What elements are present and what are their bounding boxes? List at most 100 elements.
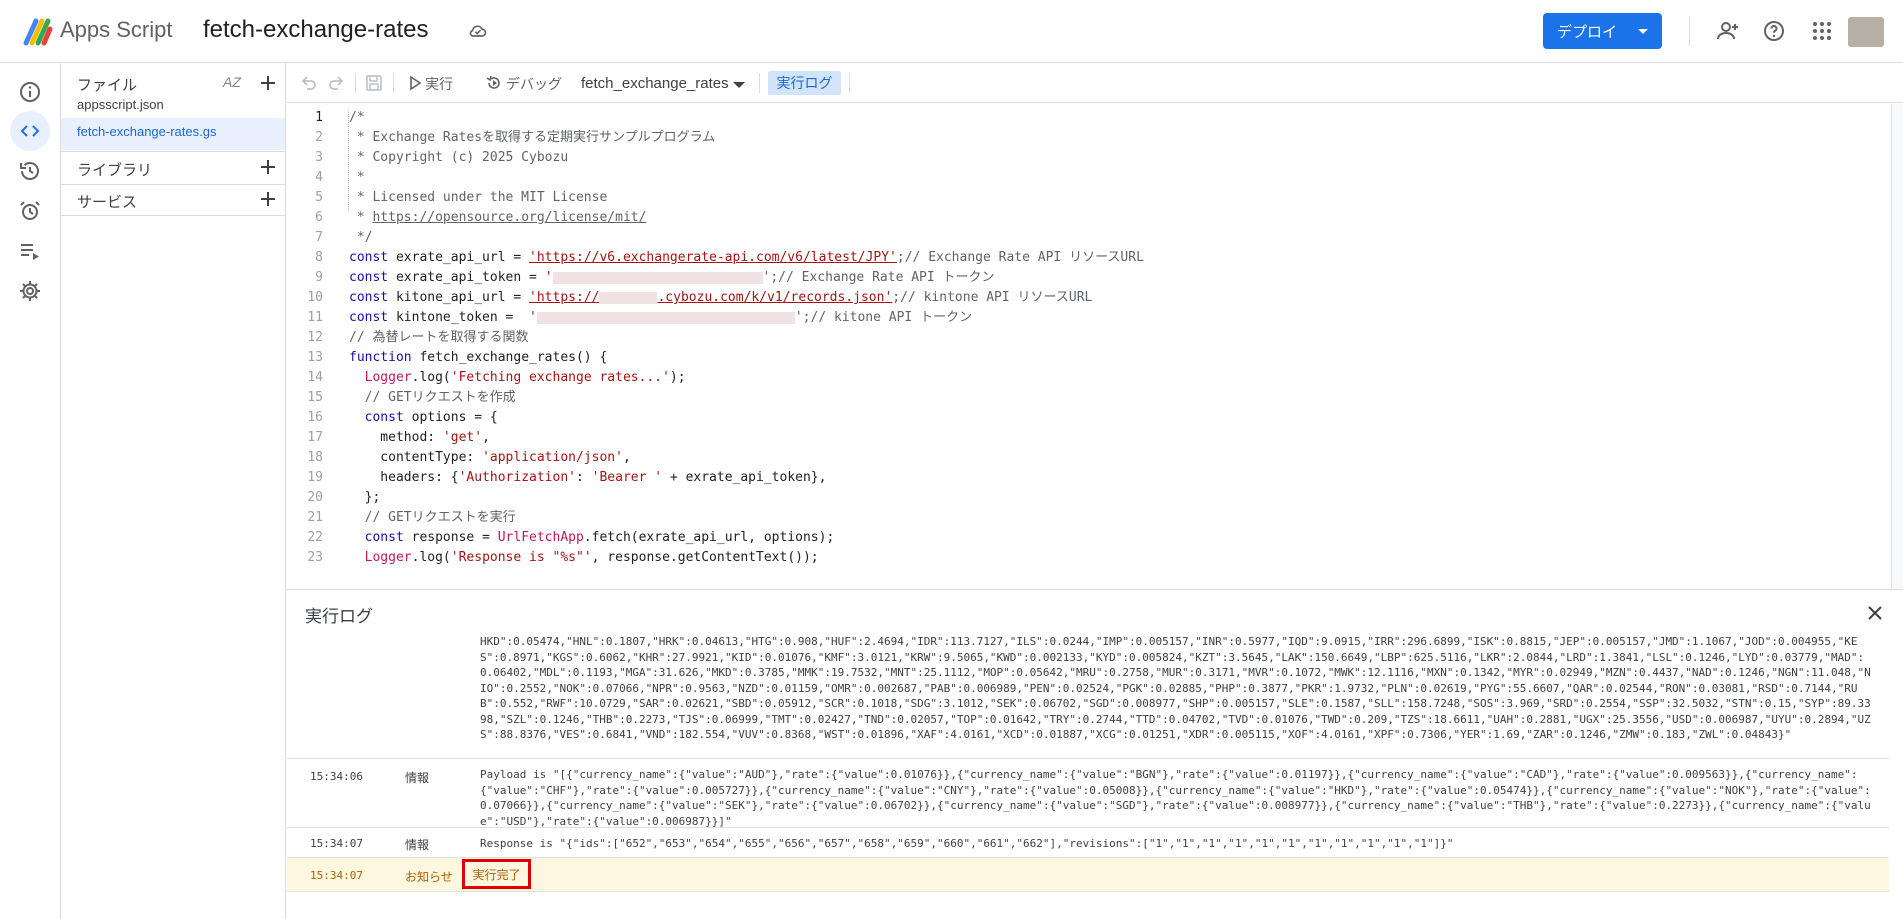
code-text: const response = UrlFetchApp.fetch(exrat… <box>349 528 835 548</box>
code-editor[interactable]: 1/* 2 * Exchange Ratesを取得する定期実行サンプルプログラム 3… <box>287 104 1889 588</box>
execution-log-toggle[interactable]: 実行ログ <box>768 71 841 95</box>
header-divider <box>1689 16 1690 46</box>
settings-icon[interactable] <box>18 279 42 303</box>
line-number: 21 <box>307 510 323 525</box>
code-line[interactable]: 1 /* <box>287 108 1887 128</box>
app-name[interactable]: Apps Script <box>60 17 173 43</box>
info-icon[interactable] <box>18 80 42 104</box>
code-text: const exrate_api_token = ' ';// Exchange … <box>349 268 995 288</box>
code-line[interactable]: 3 * Copyright (c) 2025 Cybozu <box>287 148 1887 168</box>
add-library-plus-icon[interactable] <box>259 158 277 176</box>
add-person-icon[interactable] <box>1716 19 1740 43</box>
code-text: */ <box>349 228 373 248</box>
code-line[interactable]: 19 headers: {'Authorization': 'Bearer ' … <box>287 468 1887 488</box>
sort-files-button[interactable]: AZ <box>223 74 241 90</box>
execution-log-title: 実行ログ <box>305 607 373 626</box>
avatar[interactable] <box>1848 17 1884 47</box>
debug-button[interactable]: デバッグ <box>485 63 565 103</box>
file-panel: ファイル AZ appsscript.json fetch-exchange-r… <box>61 63 286 919</box>
code-token: ); <box>669 370 686 385</box>
undo-icon[interactable] <box>300 74 318 92</box>
line-number: 11 <box>307 310 323 325</box>
code-line[interactable]: 22 const response = UrlFetchApp.fetch(ex… <box>287 528 1887 548</box>
code-text: function fetch_exchange_rates() { <box>349 348 607 368</box>
code-line[interactable]: 14 Logger.log('Fetching exchange rates..… <box>287 368 1887 388</box>
code-token: : <box>575 470 592 485</box>
line-number: 18 <box>307 450 323 465</box>
editor-scrollbar[interactable] <box>1891 104 1903 588</box>
services-section-title[interactable]: サービス <box>77 191 137 212</box>
code-line[interactable]: 5 * Licensed under the MIT License <box>287 188 1887 208</box>
code-token: UrlFetchApp <box>497 530 584 545</box>
line-number: 9 <box>315 270 323 285</box>
libraries-section-title[interactable]: ライブラリ <box>77 159 152 180</box>
code-line[interactable]: 11 const kintone_token = ' ';// kitone API… <box>287 308 1887 328</box>
file-item-appsscript-json[interactable]: appsscript.json <box>77 97 164 112</box>
apps-grid-icon[interactable] <box>1810 19 1834 43</box>
code-token: * <box>349 170 365 185</box>
code-text: headers: {'Authorization': 'Bearer ' + e… <box>349 468 826 488</box>
line-number: 19 <box>307 470 323 485</box>
log-time: 15:34:07 <box>310 869 363 882</box>
run-button[interactable]: 実行 <box>408 63 458 103</box>
log-list[interactable]: HKD":0.05474,"HNL":0.1807,"HRK":0.04613,… <box>287 634 1889 919</box>
code-icon[interactable] <box>18 119 42 143</box>
code-token: ;// Exchange Rate API リソースURL <box>896 250 1144 265</box>
code-line[interactable]: 6 * https://opensource.org/license/mit/ <box>287 208 1887 228</box>
log-time: 15:34:07 <box>310 837 363 850</box>
log-message: Payload is "[{"currency_name":{"value":"… <box>480 768 1871 828</box>
redo-icon[interactable] <box>327 74 345 92</box>
code-token: const <box>349 250 389 265</box>
code-line[interactable]: 16 const options = { <box>287 408 1887 428</box>
log-row-notice: 15:34:07 お知らせ 実行完了 <box>287 858 1889 892</box>
line-number: 20 <box>307 490 323 505</box>
help-icon[interactable] <box>1762 19 1786 43</box>
line-number: 8 <box>315 250 323 265</box>
code-token: 'https:// <box>529 290 600 305</box>
code-line[interactable]: 21 // GETリクエストを実行 <box>287 508 1887 528</box>
save-icon[interactable] <box>365 74 383 92</box>
deploy-button[interactable]: デプロイ <box>1543 13 1662 49</box>
code-line[interactable]: 4 * <box>287 168 1887 188</box>
line-number: 2 <box>315 130 323 145</box>
code-line[interactable]: 2 * Exchange Ratesを取得する定期実行サンプルプログラム <box>287 128 1887 148</box>
code-token: const <box>349 270 389 285</box>
plus-icon[interactable] <box>259 74 277 92</box>
history-icon[interactable] <box>18 159 42 183</box>
close-icon[interactable] <box>1866 604 1884 622</box>
code-line[interactable]: 18 contentType: 'application/json', <box>287 448 1887 468</box>
code-token: exrate_api_url = <box>388 250 530 265</box>
debug-icon <box>486 75 500 89</box>
log-level: 情報 <box>405 771 430 785</box>
alarm-icon[interactable] <box>18 199 42 223</box>
code-line[interactable]: 17 method: 'get', <box>287 428 1887 448</box>
code-line[interactable]: 9 const exrate_api_token = ' ';// Exchange… <box>287 268 1887 288</box>
code-line[interactable]: 10 const kitone_api_url = 'https:// .cyboz… <box>287 288 1887 308</box>
log-message: Response is "{"ids":["652","653","654","… <box>480 837 1454 850</box>
code-text: const kintone_token = ' ';// kitone API ト… <box>349 308 972 328</box>
code-line[interactable]: 23 Logger.log('Response is "%s"', respon… <box>287 548 1887 568</box>
code-line[interactable]: 7 */ <box>287 228 1887 248</box>
function-select[interactable]: fetch_exchange_rates <box>581 75 729 92</box>
executions-icon[interactable] <box>18 239 42 263</box>
project-title[interactable]: fetch-exchange-rates <box>203 16 428 44</box>
code-text: // GETリクエストを実行 <box>349 508 516 528</box>
log-row: 15:34:06 情報 Payload is "[{"currency_name… <box>287 759 1889 828</box>
toolbar-separator <box>355 73 356 93</box>
code-token: .log( <box>411 370 451 385</box>
code-line[interactable]: 8 const exrate_api_url = 'https://v6.exch… <box>287 248 1887 268</box>
divider <box>61 151 285 152</box>
code-line[interactable]: 15 // GETリクエストを作成 <box>287 388 1887 408</box>
add-service-plus-icon[interactable] <box>259 190 277 208</box>
file-item-fetch-exchange-rates-gs[interactable]: fetch-exchange-rates.gs <box>77 124 216 139</box>
log-level: お知らせ <box>405 870 453 884</box>
apps-script-logo-icon[interactable] <box>22 15 54 47</box>
code-line[interactable]: 12 // 為替レートを取得する関数 <box>287 328 1887 348</box>
code-line[interactable]: 13 function fetch_exchange_rates() { <box>287 348 1887 368</box>
code-text: const options = { <box>349 408 498 428</box>
code-line[interactable]: 20 }; <box>287 488 1887 508</box>
line-number: 5 <box>315 190 323 205</box>
line-number: 7 <box>315 230 323 245</box>
code-token: 'Fetching exchange rates...' <box>450 370 670 385</box>
code-token: // GETリクエストを作成 <box>349 390 516 405</box>
